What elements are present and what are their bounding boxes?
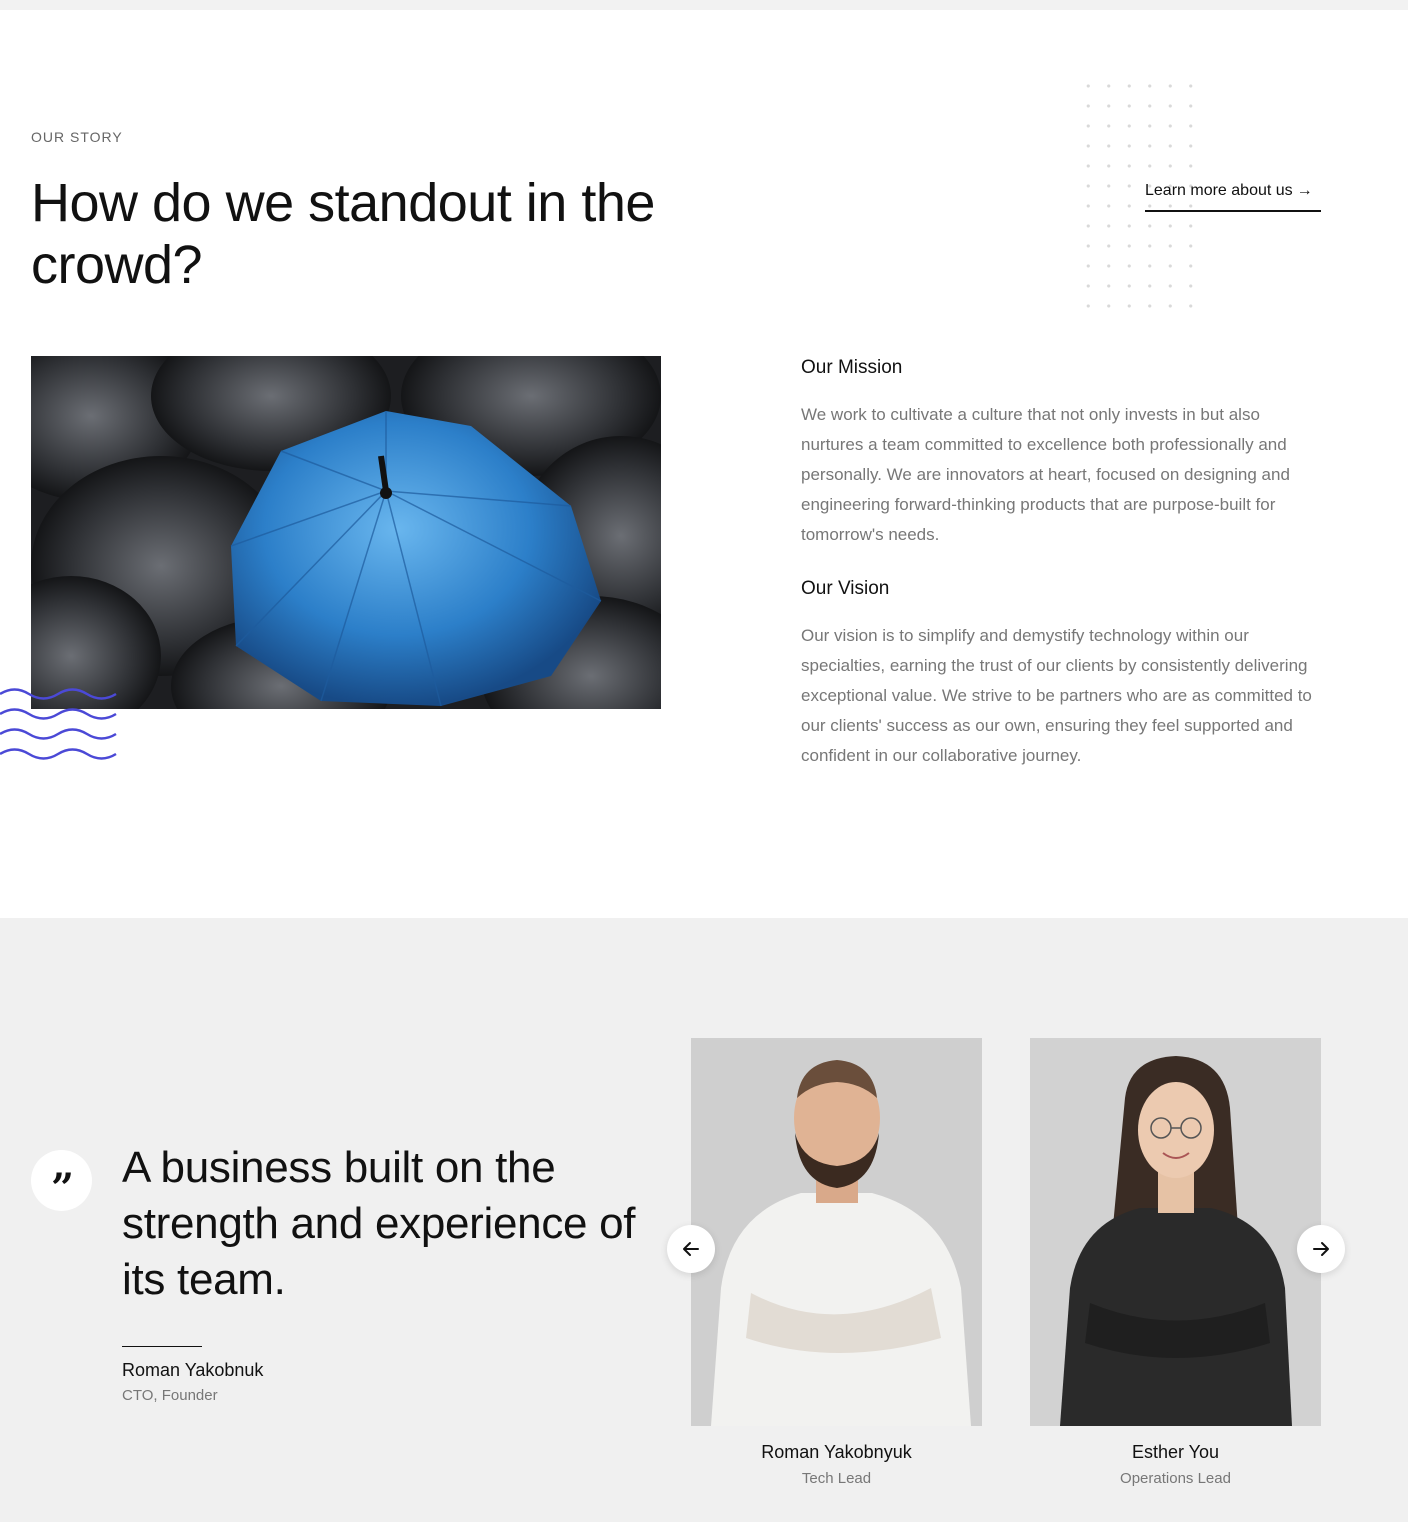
carousel-next-button[interactable]: [1297, 1225, 1345, 1273]
divider: [122, 1346, 202, 1347]
top-strip: [0, 0, 1408, 10]
team-member-name: Esther You: [1131, 1442, 1220, 1462]
arrow-left-icon: [683, 1242, 699, 1256]
wave-decoration: [0, 688, 117, 760]
quote-icon: ”: [31, 1150, 92, 1211]
arrow-right-icon: [1313, 1242, 1329, 1256]
arrow-right-icon: →: [1296, 182, 1313, 199]
vision-text: Our vision is to simplify and demystify …: [801, 626, 1312, 765]
team-member-role: Tech Lead: [801, 1470, 872, 1487]
umbrellas-image: [31, 356, 661, 709]
team-member-role: Operations Lead: [1120, 1470, 1231, 1487]
team-section: ” A business built on the strength and e…: [0, 918, 1408, 1522]
carousel-prev-button[interactable]: [667, 1225, 715, 1273]
testimonial-quote: A business built on the strength and exp…: [122, 1143, 636, 1304]
team-member-photo: [691, 1038, 982, 1426]
mission-title: Our Mission: [801, 357, 903, 378]
vision-title: Our Vision: [801, 578, 890, 599]
team-member-name: Roman Yakobnyuk: [761, 1442, 912, 1462]
learn-more-link[interactable]: Learn more about us →: [1145, 182, 1321, 212]
quote-author-role: CTO, Founder: [122, 1387, 218, 1404]
team-member-photo: [1030, 1038, 1321, 1426]
page-title: How do we standout in the crowd?: [31, 173, 655, 295]
our-story-section: OUR STORY How do we standout in the crow…: [0, 10, 1408, 918]
quote-author-name: Roman Yakobnuk: [122, 1360, 264, 1380]
section-eyebrow: OUR STORY: [31, 129, 123, 145]
team-member-card[interactable]: Esther You Operations Lead: [1030, 1038, 1321, 1487]
team-member-card[interactable]: Roman Yakobnyuk Tech Lead: [691, 1038, 982, 1487]
mission-text: We work to cultivate a culture that not …: [801, 405, 1290, 544]
learn-more-label: Learn more about us: [1145, 182, 1293, 199]
